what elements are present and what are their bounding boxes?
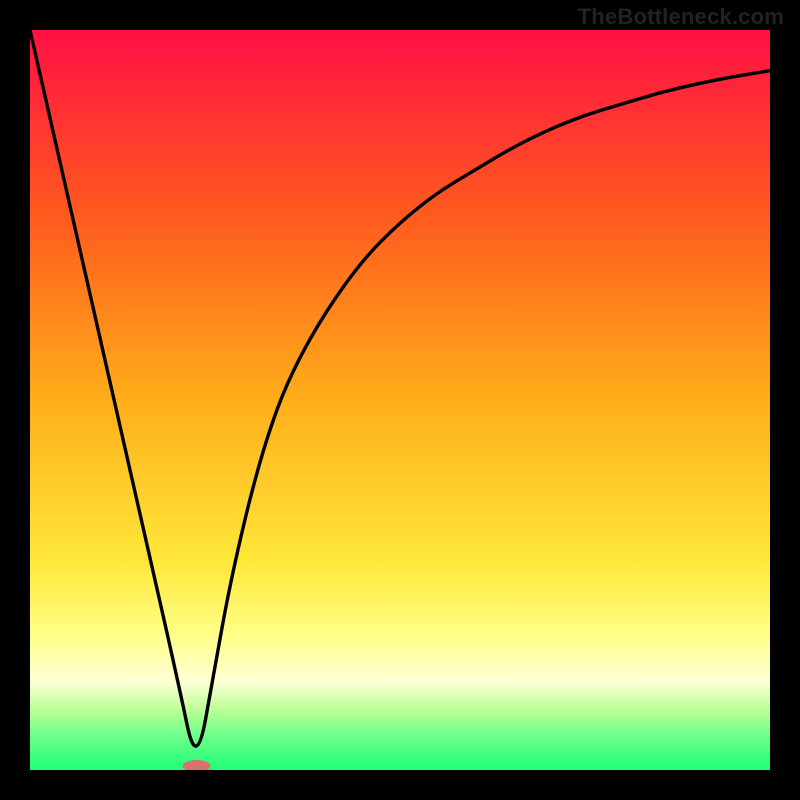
chart-svg <box>30 30 770 770</box>
gradient-bg <box>30 30 770 770</box>
chart-frame: TheBottleneck.com <box>0 0 800 800</box>
plot-area <box>30 30 770 770</box>
watermark-text: TheBottleneck.com <box>578 4 784 30</box>
